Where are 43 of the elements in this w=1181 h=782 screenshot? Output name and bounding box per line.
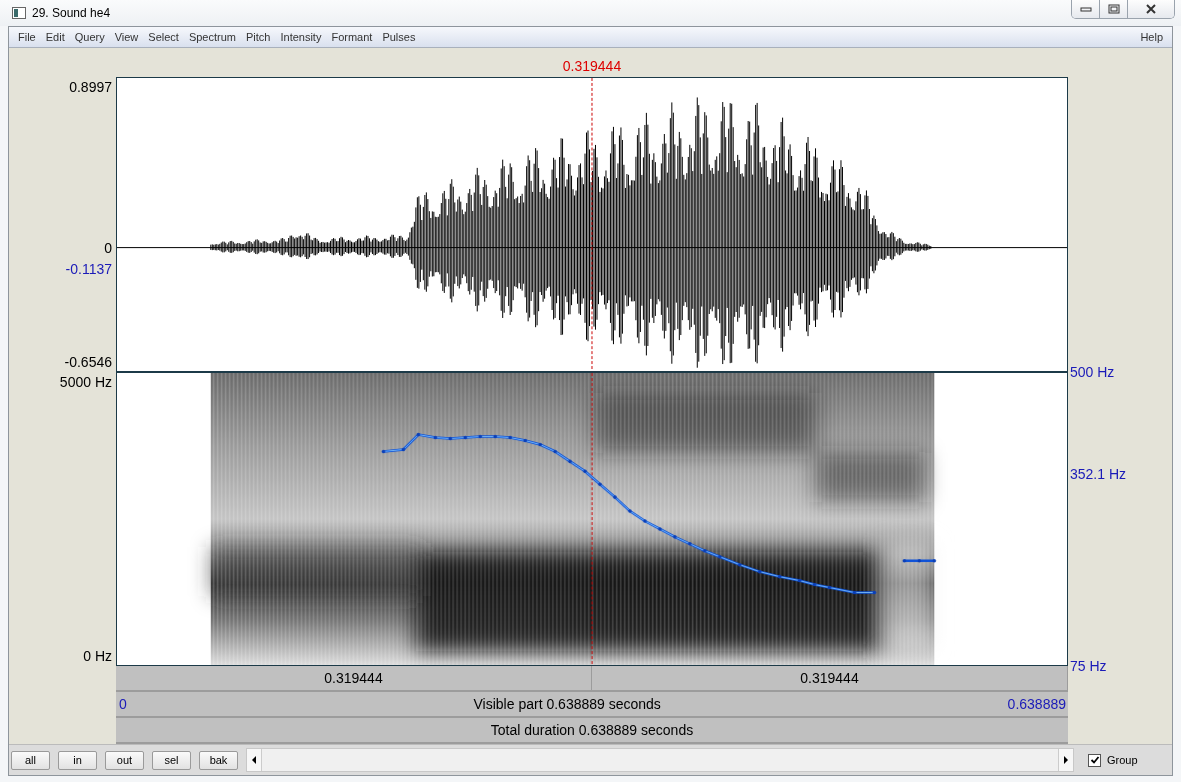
zoom-button[interactable]: out (105, 750, 144, 770)
menu-item[interactable]: Edit (40, 31, 70, 43)
maximize-button[interactable] (1100, 0, 1128, 18)
pitch-label: 500 Hz (1070, 364, 1115, 380)
menu-item[interactable]: Spectrum (183, 31, 241, 43)
pitch-label: 75 Hz (1070, 658, 1107, 674)
amplitude-label: 0.8997 (69, 79, 112, 95)
zoom-button[interactable]: in (58, 750, 97, 770)
scrollbar[interactable] (246, 748, 1074, 772)
pitch-label: 352.1 Hz (1070, 466, 1127, 483)
visible-part-text: Visible part 0.638889 seconds (473, 696, 661, 712)
minimize-icon (1079, 5, 1092, 13)
zoom-button[interactable]: all (11, 750, 50, 770)
menu-item[interactable]: Intensity (275, 31, 327, 43)
minimize-button[interactable] (1072, 0, 1100, 18)
close-icon (1145, 4, 1157, 14)
menu-item[interactable]: Pitch (241, 31, 276, 43)
visible-start: 0 (119, 696, 127, 712)
visible-end: 0.638889 (1007, 696, 1066, 712)
menu-item[interactable]: View (109, 31, 144, 43)
amplitude-label: 0 (104, 239, 112, 256)
zoom-button[interactable]: bak (199, 750, 238, 770)
menu-item[interactable]: Select (143, 31, 184, 43)
window-title: 29. Sound he4 (32, 6, 111, 20)
frequency-label: 5000 Hz (59, 374, 112, 390)
window-icon (12, 7, 26, 19)
amplitude-label: -0.1137 (65, 261, 112, 278)
zoom-button[interactable]: sel (152, 750, 191, 770)
visible-part-bar[interactable]: 0 Visible part 0.638889 seconds 0.638889 (116, 692, 1068, 718)
group-label: Group (1107, 754, 1138, 766)
menu-item[interactable]: File (13, 31, 41, 43)
scroll-right-icon[interactable] (1058, 749, 1073, 771)
group-checkbox[interactable] (1088, 753, 1101, 767)
scroll-left-icon[interactable] (247, 749, 262, 771)
amplitude-label: -0.6546 (64, 354, 112, 371)
menu-item[interactable]: Pulses (377, 31, 421, 43)
menu-item[interactable]: Help (1135, 31, 1168, 43)
menu-item[interactable]: Formant (326, 31, 378, 43)
cursor-time: 0.319444 (562, 58, 622, 74)
frequency-label: 0 Hz (83, 648, 112, 665)
restore-icon (1107, 4, 1120, 14)
menu-item[interactable]: Query (69, 31, 110, 43)
total-duration-bar[interactable]: Total duration 0.638889 seconds (116, 718, 1068, 744)
